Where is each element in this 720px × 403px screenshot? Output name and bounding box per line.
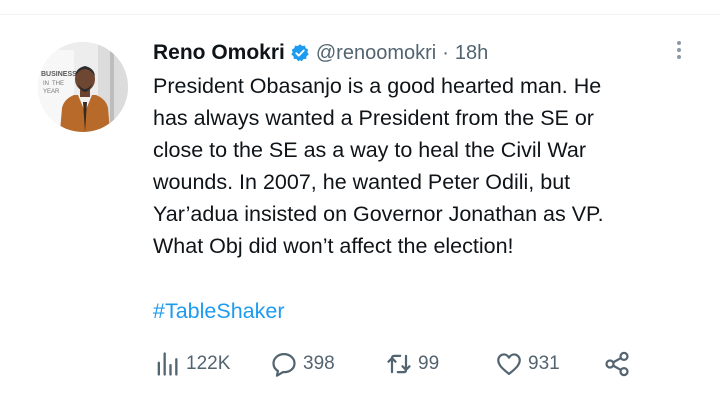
tweet-text-line: President Obasanjo is a good hearted man…: [153, 74, 602, 98]
top-divider: [0, 14, 720, 15]
retweet-button[interactable]: 99: [385, 346, 439, 382]
like-icon: [497, 353, 521, 376]
share-icon: [605, 351, 629, 377]
reply-icon: [272, 352, 296, 377]
more-options-icon[interactable]: [670, 38, 688, 68]
separator-dot: ·: [442, 41, 449, 64]
tweet-text-line: Yar’adua insisted on Governor Jonathan a…: [153, 202, 604, 226]
tweet-text-line: has always wanted a President from the S…: [153, 106, 594, 130]
avatar-sign-line-4: YEAR: [43, 89, 60, 95]
tweet-text-line: close to the SE as a way to heal the Civ…: [153, 138, 586, 162]
share-button[interactable]: [603, 346, 631, 382]
tweet-text-line: wounds. In 2007, he wanted Peter Odili, …: [153, 170, 571, 194]
hashtag-link[interactable]: #TableShaker: [153, 295, 284, 327]
tweet-text: President Obasanjo is a good hearted man…: [153, 70, 693, 262]
retweet-count: 99: [418, 353, 440, 374]
like-count: 931: [528, 353, 560, 374]
tweet-header: Reno Omokri @renoomokri · 18h: [153, 38, 488, 68]
avatar-sign-line-3: THE: [52, 81, 64, 87]
verified-badge-icon: [291, 44, 309, 62]
tweet-text-line: What Obj did won’t affect the election!: [153, 234, 514, 258]
views-icon: [157, 352, 178, 376]
avatar-sign-line-2: IN: [43, 81, 49, 87]
reply-count: 398: [303, 353, 335, 374]
tweet-timestamp[interactable]: 18h: [455, 42, 488, 65]
reply-button[interactable]: 398: [270, 346, 335, 382]
views-count: 122K: [186, 353, 231, 374]
author-avatar[interactable]: BUSINESS IN THE YEAR: [38, 42, 128, 132]
retweet-icon: [387, 354, 411, 374]
views-button[interactable]: 122K: [153, 346, 230, 382]
avatar-sign-line-1: BUSINESS: [41, 71, 77, 78]
tweet-actions: 122K 398 99 931: [153, 346, 653, 382]
author-handle[interactable]: @renoomokri: [316, 42, 436, 65]
author-display-name[interactable]: Reno Omokri: [153, 41, 285, 65]
like-button[interactable]: 931: [495, 346, 560, 382]
